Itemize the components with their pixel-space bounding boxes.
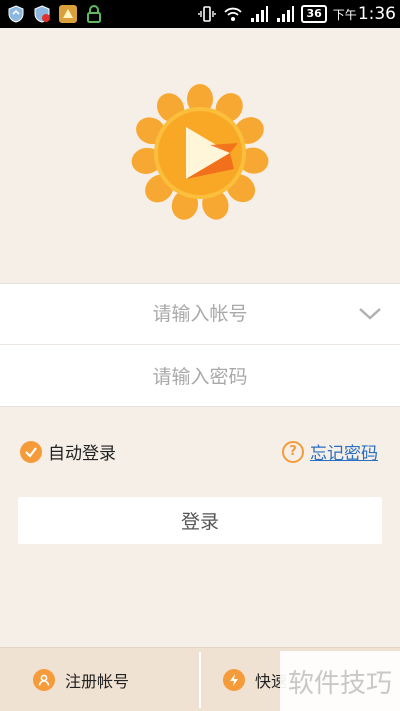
forgot-password-label[interactable]: 忘记密码: [310, 439, 378, 464]
signal-icon: [277, 6, 295, 22]
clock-time: 1:36: [357, 4, 396, 24]
login-options: 自动登录 ? 忘记密码: [0, 435, 400, 469]
register-label: 注册帐号: [65, 672, 130, 691]
forgot-password-link[interactable]: ? 忘记密码: [282, 439, 378, 464]
register-button[interactable]: 注册帐号: [33, 648, 129, 711]
lightning-icon: [223, 669, 245, 691]
auto-login-toggle[interactable]: 自动登录: [20, 439, 116, 464]
login-button[interactable]: 登录: [18, 497, 382, 544]
app-icon: [59, 5, 77, 23]
password-row: [0, 346, 400, 407]
battery-indicator: 36: [301, 5, 327, 23]
chevron-down-icon[interactable]: [358, 303, 382, 323]
shield-icon: [8, 5, 24, 23]
wifi-icon: [224, 7, 243, 21]
shield-alert-icon: [34, 5, 50, 23]
auto-login-label: 自动登录: [48, 444, 116, 464]
watermark: 软件技巧: [280, 651, 400, 711]
password-input[interactable]: [0, 346, 400, 407]
lock-icon: [87, 5, 101, 23]
account-row: [0, 284, 400, 345]
status-bar: 36 下午1:36: [0, 0, 400, 28]
account-input[interactable]: [0, 284, 400, 344]
bottom-divider: [199, 652, 201, 708]
question-icon: ?: [282, 440, 304, 463]
clock: 下午1:36: [333, 4, 396, 24]
clock-period: 下午: [332, 8, 357, 22]
sunflower-logo-icon: [131, 84, 269, 220]
user-icon: [33, 669, 55, 691]
login-form: [0, 283, 400, 407]
signal-icon: [251, 6, 269, 22]
vibrate-icon: [198, 6, 217, 22]
quick-login-button[interactable]: 快速: [223, 648, 287, 711]
checkbox-checked-icon[interactable]: [20, 440, 42, 463]
